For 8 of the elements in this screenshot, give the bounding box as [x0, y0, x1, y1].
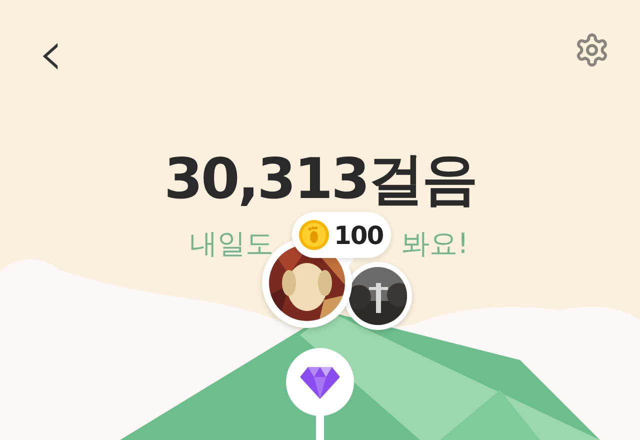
message-text: 봐요!	[401, 226, 469, 262]
diamond-icon	[300, 365, 340, 399]
reward-bubble: 100	[292, 212, 392, 258]
step-count: 30,313걸음	[164, 148, 476, 212]
coin-icon	[298, 219, 330, 251]
back-button[interactable]: ‹	[38, 30, 64, 78]
settings-icon[interactable]	[574, 32, 610, 68]
message-text: 내일도	[189, 226, 274, 262]
